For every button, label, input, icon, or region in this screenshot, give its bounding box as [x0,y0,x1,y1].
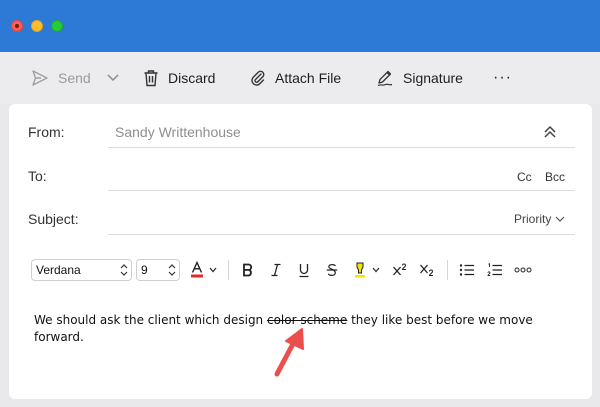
bulleted-list-icon [459,264,474,276]
collapse-header-button[interactable] [542,124,558,145]
numbered-list-button[interactable] [485,259,505,281]
close-window-button[interactable] [11,20,23,32]
signature-button[interactable]: Signature [376,65,463,91]
chevron-down-icon [107,74,119,82]
subject-label: Subject: [28,211,79,227]
numbered-list-icon [487,263,502,277]
superscript-icon [393,263,407,276]
more-icon [514,267,532,273]
highlighter-icon [355,262,365,278]
send-button[interactable]: Send [31,65,91,91]
font-size-value: 9 [141,263,148,277]
bcc-button[interactable]: Bcc [545,170,565,184]
bold-icon [243,263,253,277]
attach-file-button[interactable]: Attach File [250,65,341,91]
priority-label: Priority [514,212,552,226]
font-family-value: Verdana [36,263,81,277]
from-label: From: [28,124,65,140]
font-color-icon [191,261,203,278]
signature-label: Signature [403,70,463,86]
subject-field[interactable] [108,234,575,235]
ellipsis-icon: ··· [493,69,512,86]
toolbar-separator [447,260,448,280]
discard-button[interactable]: Discard [143,65,215,91]
signature-pen-icon [377,70,393,87]
minimize-window-button[interactable] [31,20,43,32]
italic-icon [271,263,281,277]
send-options-button[interactable] [106,65,129,91]
bold-button[interactable] [238,259,258,281]
priority-button[interactable]: Priority [514,212,565,226]
strikethrough-button[interactable] [322,259,342,281]
underline-icon [299,263,309,277]
subscript-button[interactable] [416,259,438,281]
more-options-button[interactable]: ··· [493,65,512,91]
from-field[interactable]: Sandy Writtenhouse [115,124,241,140]
strikethrough-text: color scheme [266,313,348,327]
italic-button[interactable] [266,259,286,281]
stepper-icon [168,264,176,276]
superscript-button[interactable] [389,259,411,281]
attach-file-label: Attach File [275,70,342,86]
to-label: To: [28,168,47,184]
toolbar-separator [228,260,229,280]
send-label: Send [58,70,91,86]
strikethrough-icon [326,264,338,276]
font-color-menu-button[interactable] [207,259,219,281]
from-divider [108,147,575,148]
send-icon [32,70,48,86]
discard-label: Discard [168,70,216,86]
font-family-select[interactable]: Verdana [31,259,132,281]
bulleted-list-button[interactable] [457,259,477,281]
more-formatting-button[interactable] [512,259,534,281]
annotation-arrow-icon [274,328,304,377]
underline-button[interactable] [294,259,314,281]
stepper-icon [120,264,128,276]
cc-button[interactable]: Cc [517,170,532,184]
chevron-down-icon [555,216,565,222]
to-field[interactable] [108,190,575,191]
trash-icon [144,70,158,87]
double-chevron-up-icon [544,125,556,138]
paperclip-icon [251,70,265,86]
subscript-icon [420,264,434,276]
window-titlebar [0,0,600,52]
body-text-before: We should ask the client which design [34,313,267,327]
chevron-down-icon [209,267,217,273]
mail-toolbar: Send Discard Attach File Signature ··· [0,52,600,104]
font-size-select[interactable]: 9 [136,259,180,281]
compose-panel: From: Sandy Writtenhouse To: Cc Bcc Subj… [9,104,592,399]
zoom-window-button[interactable] [51,20,63,32]
highlight-button[interactable] [350,259,370,281]
highlight-menu-button[interactable] [370,259,382,281]
chevron-down-icon [372,267,380,273]
font-color-button[interactable] [187,259,207,281]
